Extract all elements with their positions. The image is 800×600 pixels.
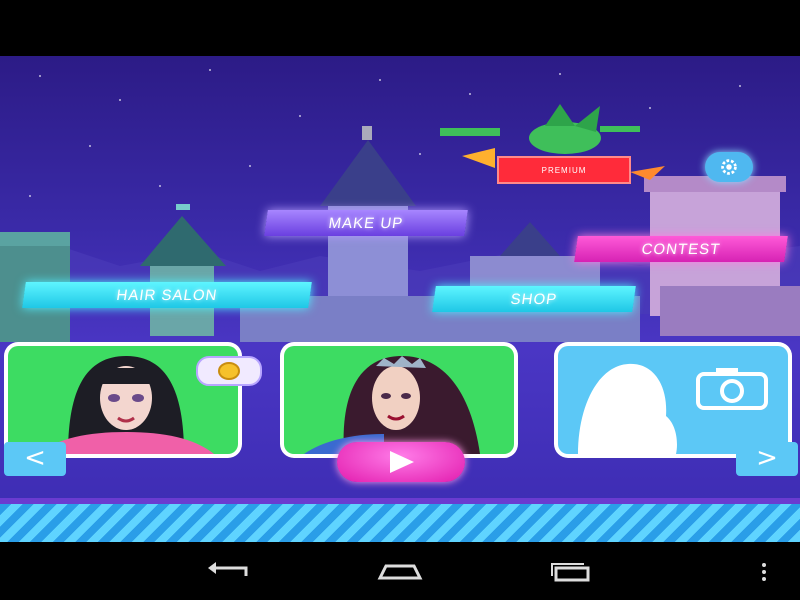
contest-button[interactable]: CONTEST xyxy=(574,236,788,262)
play-button[interactable] xyxy=(337,442,465,482)
game-screen: MAKE UP HAIR SALON SHOP CONTEST PREMIUM xyxy=(0,56,800,542)
avatar-card-2[interactable] xyxy=(280,342,518,458)
back-icon xyxy=(208,562,248,576)
more-button[interactable] xyxy=(760,562,768,586)
premium-label: PREMIUM xyxy=(541,165,587,175)
water-strip xyxy=(0,504,800,542)
carousel-next-label: > xyxy=(756,443,778,473)
hair-salon-button[interactable]: HAIR SALON xyxy=(22,282,312,308)
play-icon xyxy=(390,451,414,473)
status-bar xyxy=(0,0,800,56)
system-nav-bar xyxy=(0,542,800,600)
camera-button[interactable] xyxy=(694,366,770,410)
home-button[interactable] xyxy=(376,562,424,584)
more-vert-icon xyxy=(762,563,766,581)
make-up-label: MAKE UP xyxy=(327,214,405,232)
coin-icon xyxy=(218,362,240,380)
carousel-prev-label: < xyxy=(24,443,46,473)
recents-button[interactable] xyxy=(548,562,594,586)
make-up-button[interactable]: MAKE UP xyxy=(264,210,468,236)
avatar-portrait-princess xyxy=(304,356,480,454)
avatar-card-3[interactable] xyxy=(554,342,792,458)
gear-icon xyxy=(721,159,737,175)
carousel-prev-button[interactable]: < xyxy=(4,442,66,476)
recents-icon xyxy=(551,563,590,582)
back-button[interactable] xyxy=(206,562,252,584)
contest-label: CONTEST xyxy=(640,240,722,258)
avatar-card-2-bg xyxy=(284,346,514,454)
carousel-next-button[interactable]: > xyxy=(736,442,798,476)
settings-button[interactable] xyxy=(705,152,753,182)
premium-button[interactable]: PREMIUM xyxy=(497,156,631,184)
avatar-card-3-bg xyxy=(558,346,788,454)
coin-badge[interactable] xyxy=(196,356,262,386)
home-icon xyxy=(377,564,423,580)
shop-button[interactable]: SHOP xyxy=(432,286,636,312)
hair-salon-label: HAIR SALON xyxy=(115,286,219,304)
camera-icon xyxy=(696,368,768,410)
shop-label: SHOP xyxy=(509,290,559,308)
